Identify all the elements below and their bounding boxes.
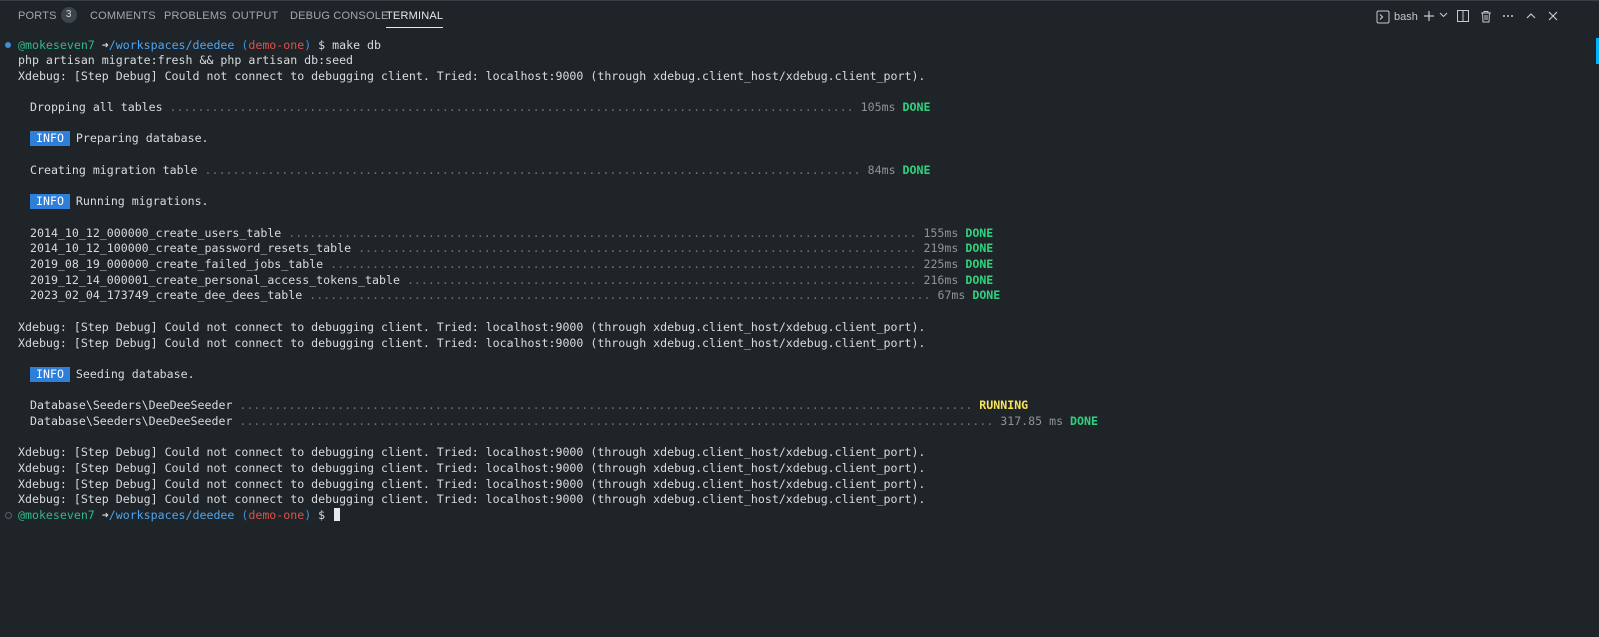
tab-problems[interactable]: PROBLEMS (164, 1, 227, 32)
info-text: Running migrations. (75, 194, 209, 208)
prompt-user: @mokeseven7 (18, 508, 95, 522)
prompt-branch: demo-one (248, 508, 305, 522)
panel-tab-bar: PORTS 3 COMMENTS PROBLEMS OUTPUT DEBUG CO… (0, 1, 1599, 33)
prompt-line: @mokeseven7 ➜/workspaces/deedee (demo-on… (18, 38, 382, 52)
tab-ports[interactable]: PORTS 3 (18, 1, 77, 32)
tab-output[interactable]: OUTPUT (232, 1, 278, 32)
task-line: 2014_10_12_000000_create_users_table ...… (30, 226, 994, 240)
task-line: Dropping all tables ....................… (30, 100, 931, 114)
tab-debug-console-label: DEBUG CONSOLE (290, 10, 389, 22)
prompt-arrow: ➜ (101, 508, 109, 522)
trash-icon[interactable] (1479, 8, 1493, 26)
task-status: DONE (902, 100, 931, 114)
info-line: INFO Seeding database. (30, 367, 195, 382)
tab-output-label: OUTPUT (232, 10, 279, 22)
task-name: 2023_02_04_173749_create_dee_dees_table (30, 288, 303, 302)
task-name: 2019_08_19_000000_create_failed_jobs_tab… (30, 257, 324, 271)
tab-comments[interactable]: COMMENTS (90, 1, 156, 32)
tab-terminal[interactable]: TERMINAL (386, 1, 444, 32)
xdebug-warning-line: Xdebug: [Step Debug] Could not connect t… (18, 477, 926, 491)
info-badge: INFO (30, 367, 70, 382)
command-text: make db (332, 38, 382, 52)
task-name: 2014_10_12_000000_create_users_table (30, 226, 282, 240)
task-duration: 155ms (923, 226, 959, 240)
tab-comments-label: COMMENTS (90, 10, 156, 22)
command-status-dot[interactable] (5, 512, 12, 519)
task-duration: 84ms (867, 163, 896, 177)
plus-icon[interactable] (1422, 8, 1436, 26)
task-status: DONE (1070, 414, 1098, 428)
task-status: DONE (902, 163, 931, 177)
xdebug-warning-line: Xdebug: [Step Debug] Could not connect t… (18, 69, 926, 83)
close-icon[interactable] (1546, 8, 1560, 26)
info-text: Preparing database. (75, 131, 209, 145)
terminal-icon[interactable] (1375, 8, 1391, 26)
task-duration: 67ms (937, 288, 966, 302)
info-text: Seeding database. (75, 367, 195, 381)
prompt-path: /workspaces/deedee (108, 508, 235, 522)
chevron-down-icon[interactable] (1438, 8, 1448, 26)
more-icon[interactable] (1501, 8, 1515, 26)
task-line: 2023_02_04_173749_create_dee_dees_table … (30, 288, 1001, 302)
xdebug-warning-line: Xdebug: [Step Debug] Could not connect t… (18, 336, 926, 350)
task-line: Database\Seeders\DeeDeeSeeder ..........… (30, 398, 1029, 412)
task-name: 2019_12_14_000001_create_personal_access… (30, 273, 400, 287)
shell-name-label: bash (1394, 11, 1418, 23)
task-line: 2019_08_19_000000_create_failed_jobs_tab… (30, 257, 994, 271)
prompt-line[interactable]: @mokeseven7 ➜/workspaces/deedee (demo-on… (18, 508, 341, 523)
task-status: DONE (965, 257, 994, 271)
command-status-dot[interactable] (5, 42, 11, 48)
prompt-user: @mokeseven7 (18, 38, 95, 52)
prompt-branch: demo-one (248, 38, 305, 52)
task-duration: 317.85 ms (1000, 414, 1064, 428)
task-duration: 219ms (923, 241, 959, 255)
tab-ports-label: PORTS (18, 10, 57, 22)
echo-line: php artisan migrate:fresh && php artisan… (18, 53, 354, 67)
tab-problems-label: PROBLEMS (164, 10, 227, 22)
task-name: 2014_10_12_100000_create_password_resets… (30, 241, 352, 255)
ports-count-badge: 3 (60, 7, 77, 24)
terminal-output[interactable]: @mokeseven7 ➜/workspaces/deedee (demo-on… (0, 36, 1599, 637)
task-name: Database\Seeders\DeeDeeSeeder (30, 398, 233, 412)
xdebug-warning-line: Xdebug: [Step Debug] Could not connect t… (18, 320, 926, 334)
task-status: RUNNING (979, 398, 1029, 412)
task-line: Creating migration table ...............… (30, 163, 931, 177)
task-name: Database\Seeders\DeeDeeSeeder (30, 414, 233, 428)
info-line: INFO Running migrations. (30, 194, 209, 209)
task-line: 2019_12_14_000001_create_personal_access… (30, 273, 994, 287)
task-line: Database\Seeders\DeeDeeSeeder ..........… (30, 414, 1098, 428)
task-status: DONE (965, 273, 994, 287)
prompt-symbol: $ (318, 38, 326, 52)
task-duration: 105ms (860, 100, 896, 114)
tab-terminal-label: TERMINAL (386, 10, 444, 22)
xdebug-warning-line: Xdebug: [Step Debug] Could not connect t… (18, 461, 926, 475)
task-duration: 216ms (923, 273, 959, 287)
task-name: Creating migration table (30, 163, 198, 177)
tab-debug-console[interactable]: DEBUG CONSOLE (290, 1, 389, 32)
terminal-cursor[interactable] (334, 508, 341, 521)
task-status: DONE (965, 241, 994, 255)
split-icon[interactable] (1456, 8, 1470, 26)
task-name: Dropping all tables (30, 100, 163, 114)
prompt-arrow: ➜ (101, 38, 109, 52)
task-status: DONE (965, 226, 994, 240)
task-duration: 225ms (923, 257, 959, 271)
task-status: DONE (972, 288, 1001, 302)
maximize-icon[interactable] (1524, 8, 1538, 26)
xdebug-warning-line: Xdebug: [Step Debug] Could not connect t… (18, 445, 926, 459)
info-line: INFO Preparing database. (30, 131, 209, 146)
xdebug-warning-line: Xdebug: [Step Debug] Could not connect t… (18, 492, 926, 506)
task-line: 2014_10_12_100000_create_password_resets… (30, 241, 994, 255)
info-badge: INFO (30, 131, 70, 146)
prompt-symbol: $ (318, 508, 326, 522)
info-badge: INFO (30, 194, 70, 209)
prompt-path: /workspaces/deedee (108, 38, 235, 52)
